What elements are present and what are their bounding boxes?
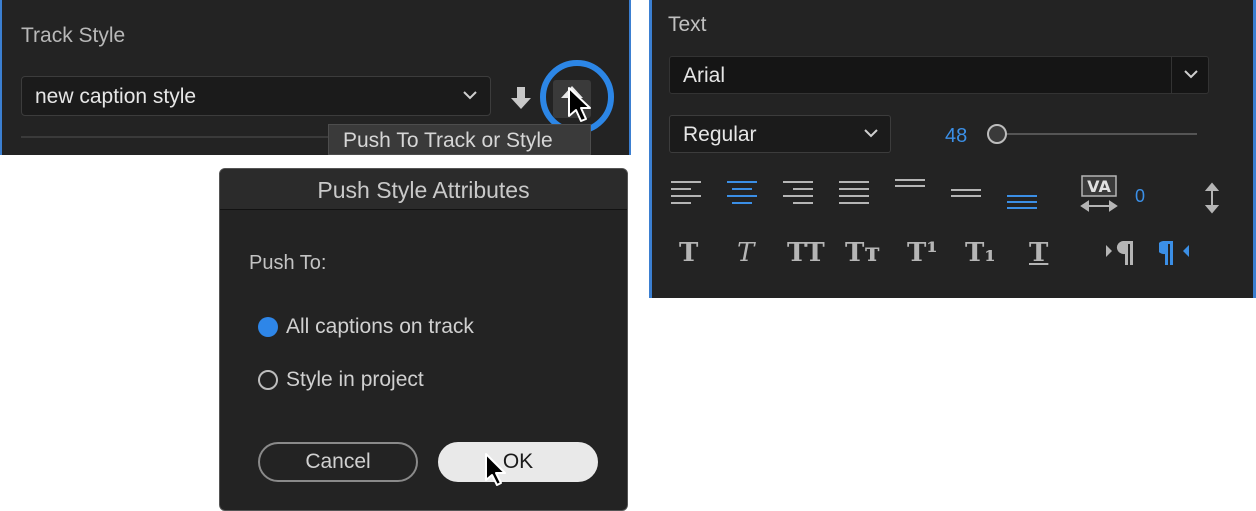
radio-unselected-icon[interactable] [258,370,278,390]
align-left-icon[interactable] [669,176,703,210]
panel-left-edge [0,0,2,155]
ok-button[interactable]: OK [438,442,598,482]
font-size-value[interactable]: 48 [945,125,967,148]
font-weight-value: Regular [683,123,757,146]
svg-text:VA: VA [1087,177,1111,196]
push-to-label: Push To: [249,252,327,274]
tooltip-text: Push To Track or Style [343,129,553,152]
push-style-dialog: Push Style Attributes Push To: All capti… [219,168,628,511]
font-family-value: Arial [683,64,726,87]
underline-icon[interactable]: T [1029,236,1048,270]
chevron-down-icon [1184,70,1198,79]
track-style-dropdown[interactable]: new caption style [21,76,491,116]
mouse-cursor-icon [485,453,506,486]
align-right-icon[interactable] [781,176,815,210]
chevron-down-icon [864,129,878,138]
faux-bold-icon[interactable]: T [679,236,698,270]
subscript-icon[interactable]: T₁ [965,236,996,270]
panel-left-edge [649,0,652,298]
track-style-title: Track Style [21,24,126,47]
font-family-dropdown[interactable]: Arial [669,56,1209,94]
track-divider [21,136,328,138]
panel-right-edge [629,0,631,155]
text-panel-title: Text [668,13,707,36]
chevron-down-icon [463,91,477,100]
ltr-direction-icon[interactable] [1103,236,1137,270]
pull-style-button[interactable] [505,82,537,114]
font-size-slider-track[interactable] [997,133,1197,135]
tooltip: Push To Track or Style [328,124,591,155]
tracking-value[interactable]: 0 [1135,186,1145,207]
superscript-icon[interactable]: T¹ [907,236,938,270]
radio-selected-icon[interactable] [258,317,278,337]
mouse-cursor-icon [568,87,591,122]
faux-italic-icon[interactable]: T [737,236,754,270]
option-style-in-project-label: Style in project [286,368,424,391]
dropdown-separator [1171,57,1172,93]
text-properties-panel: Text Arial Regular 48 VA 0 T T TT Tт T¹ … [649,0,1256,298]
justify-icon[interactable] [837,176,871,210]
align-center-icon[interactable] [725,176,759,210]
dialog-titlebar: Push Style Attributes [220,169,627,210]
tracking-icon[interactable]: VA [1079,174,1119,214]
option-style-in-project[interactable]: Style in project [258,366,424,394]
align-middle-icon[interactable] [949,178,983,212]
rtl-direction-icon[interactable] [1159,236,1193,270]
font-weight-dropdown[interactable]: Regular [669,115,891,153]
all-caps-icon[interactable]: TT [787,236,825,270]
dialog-title: Push Style Attributes [317,177,530,203]
leading-icon[interactable] [1199,182,1225,216]
small-caps-icon[interactable]: Tт [845,236,880,270]
option-all-captions-label: All captions on track [286,315,474,338]
align-bottom-icon[interactable] [1005,184,1039,218]
arrow-down-icon [511,87,531,109]
align-top-icon[interactable] [893,170,927,204]
cancel-button[interactable]: Cancel [258,442,418,482]
font-size-slider-thumb[interactable] [987,124,1007,144]
track-style-value: new caption style [35,85,197,108]
option-all-captions[interactable]: All captions on track [258,313,474,341]
